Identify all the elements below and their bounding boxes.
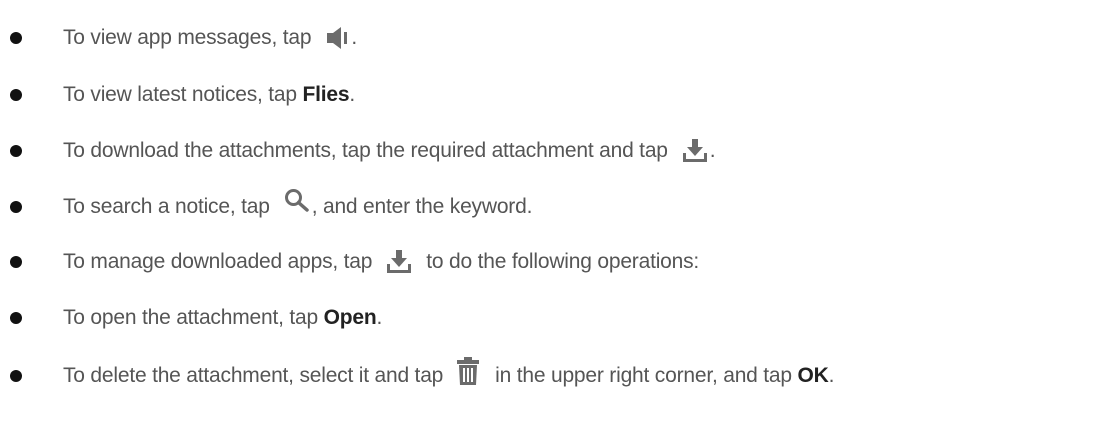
text-segment: . [376, 306, 383, 329]
text-segment: , and enter the keyword. [311, 195, 533, 218]
item-text: To search a notice, tap , and enter the … [63, 189, 533, 219]
text-segment: To open the attachment, tap [63, 306, 318, 329]
bullet-dot [10, 32, 22, 44]
item-text: To open the attachment, tap Open. [63, 306, 382, 330]
item-text: To view app messages, tap . [63, 25, 357, 51]
text-segment: To download the attachments, tap the req… [63, 139, 668, 162]
bold-term: OK [797, 364, 829, 387]
text-segment: To delete the attachment, select it and … [63, 364, 444, 387]
item-text: To download the attachments, tap the req… [63, 139, 716, 163]
item-text: To manage downloaded apps, tap to do the… [63, 250, 699, 274]
bullet-dot [10, 370, 22, 382]
bullet-dot [10, 312, 22, 324]
item-text: To view latest notices, tap Flies. [63, 83, 355, 107]
text-segment: To view app messages, tap [63, 26, 312, 49]
bold-term: Open [323, 306, 377, 329]
text-segment: . [349, 83, 356, 106]
text-segment: To manage downloaded apps, tap [63, 250, 373, 273]
bullet-dot [10, 89, 22, 101]
bullet-dot [10, 201, 22, 213]
text-segment: . [828, 364, 835, 387]
item-text: To delete the attachment, select it and … [63, 357, 835, 388]
download-icon [682, 139, 708, 163]
bullet-dot [10, 145, 22, 157]
text-segment: . [351, 26, 357, 49]
download-icon [386, 250, 412, 274]
search-icon [284, 188, 310, 212]
trash-icon [457, 357, 480, 385]
bold-term: Flies [302, 83, 350, 106]
text-segment: in the upper right corner, and tap [495, 364, 792, 387]
bullet-dot [10, 256, 22, 268]
text-segment: . [709, 139, 716, 162]
text-segment: to do the following operations: [426, 250, 700, 273]
text-segment: To view latest notices, tap [63, 83, 297, 106]
speaker-icon [327, 25, 349, 51]
text-segment: To search a notice, tap [63, 195, 270, 218]
